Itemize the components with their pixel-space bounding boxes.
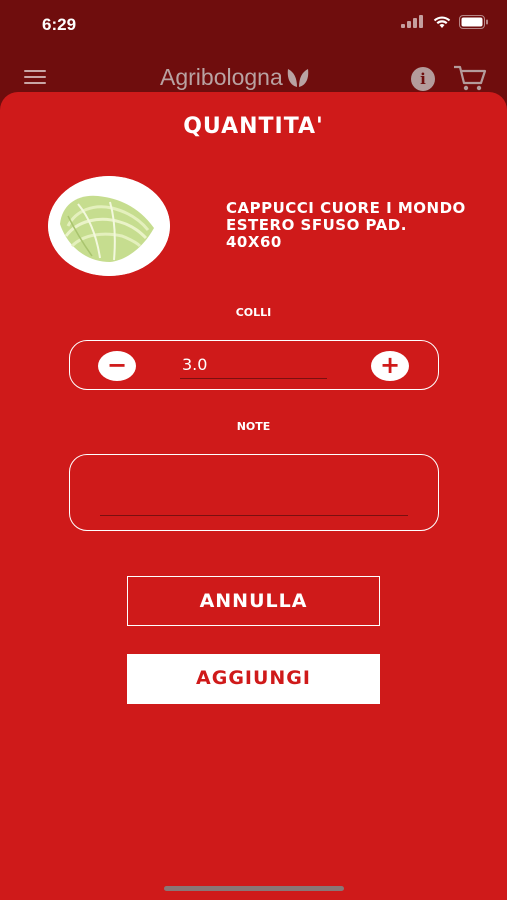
note-input[interactable]	[100, 491, 408, 513]
note-field[interactable]	[69, 454, 439, 531]
quantity-label: COLLI	[235, 306, 272, 319]
status-bar: 6:29	[0, 0, 507, 50]
product-image	[48, 176, 170, 276]
note-label: NOTE	[236, 420, 271, 433]
increment-button[interactable]: +	[371, 351, 409, 381]
product-name: CAPPUCCI CUORE I MONDO ESTERO SFUSO PAD.…	[226, 199, 466, 251]
decrement-button[interactable]: −	[98, 351, 136, 381]
menu-icon[interactable]	[24, 70, 46, 86]
status-time: 6:29	[42, 15, 77, 34]
leaf-icon	[287, 68, 309, 87]
battery-icon	[459, 15, 488, 29]
add-button[interactable]: AGGIUNGI	[127, 654, 380, 704]
wifi-icon	[433, 16, 451, 28]
brand-logo: Agribologna	[160, 64, 311, 91]
brand-name: Agribologna	[160, 64, 283, 90]
note-underline	[100, 515, 408, 516]
cart-icon[interactable]	[453, 64, 487, 92]
status-icons	[401, 15, 489, 29]
quantity-stepper: − 3.0 +	[69, 340, 439, 390]
cancel-button[interactable]: ANNULLA	[127, 576, 380, 626]
info-icon[interactable]: i	[411, 67, 435, 91]
quantity-sheet: QUANTITA' CAPPUCCI CUORE I MONDO ESTERO …	[0, 92, 507, 900]
signal-icon	[401, 15, 423, 28]
quantity-input[interactable]: 3.0	[180, 353, 327, 379]
dialog-title: QUANTITA'	[183, 114, 324, 139]
home-indicator	[164, 886, 344, 891]
